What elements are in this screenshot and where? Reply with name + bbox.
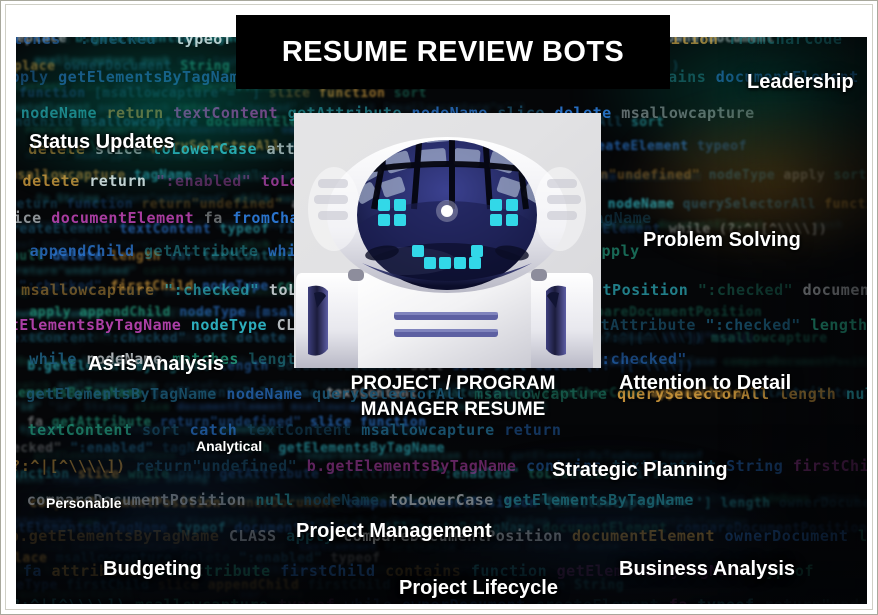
image-inner-border: length (?:^|[^\\\\]) ":checked" sort sor… xyxy=(5,4,873,610)
skill-label-as-is-analysis: As-is Analysis xyxy=(88,353,224,375)
skill-label-attention-to-detail: Attention to Detail xyxy=(619,372,792,394)
skill-label-budgeting: Budgeting xyxy=(103,558,202,580)
title-banner: RESUME REVIEW BOTS xyxy=(236,15,670,89)
resume-title-line1: PROJECT / PROGRAM xyxy=(350,373,556,394)
image-frame: length (?:^|[^\\\\]) ":checked" sort sor… xyxy=(0,0,878,615)
skill-label-project-lifecycle: Project Lifecycle xyxy=(399,577,558,599)
skill-label-personable: Personable xyxy=(46,495,122,511)
skill-label-analytical: Analytical xyxy=(196,438,263,454)
page-title: RESUME REVIEW BOTS xyxy=(281,35,625,68)
skill-label-problem-solving: Problem Solving xyxy=(643,229,801,251)
skill-label-project-management: Project Management xyxy=(296,520,492,542)
resume-title-line2: MANAGER RESUME xyxy=(360,399,546,420)
robot-image-panel xyxy=(294,113,601,368)
skill-label-status-updates: Status Updates xyxy=(29,131,175,153)
skill-label-leadership: Leadership xyxy=(747,71,854,93)
resume-center-title: PROJECT / PROGRAM MANAGER RESUME xyxy=(328,371,578,423)
skill-label-business-analysis: Business Analysis xyxy=(619,558,796,580)
skill-label-strategic-planning: Strategic Planning xyxy=(552,459,728,481)
resume-review-robot-icon xyxy=(294,113,601,368)
